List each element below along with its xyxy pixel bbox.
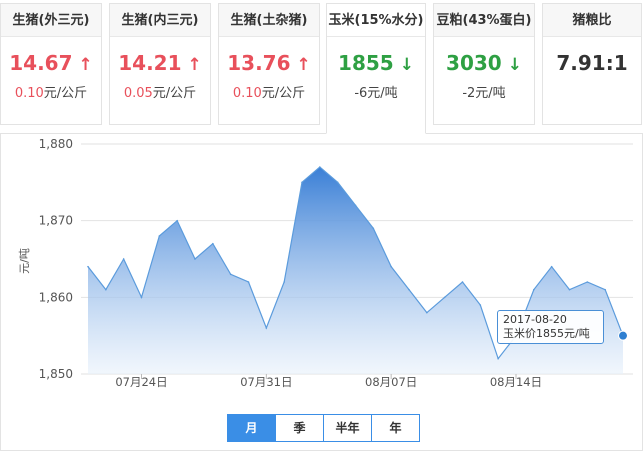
arrow-down-icon: ↓ — [399, 55, 414, 75]
y-tick-label: 1,850 — [39, 367, 73, 381]
y-axis-ticks: 1,850 1,860 1,870 1,880 — [39, 137, 73, 381]
arrow-down-icon: ↓ — [507, 55, 522, 75]
change-unit: 元/吨 — [367, 86, 398, 101]
card-value: 14.21 ↑ — [110, 50, 210, 76]
price-chart: 1,850 1,860 1,870 1,880 元/吨 07月24日 07月31日 08月… — [0, 133, 643, 451]
tooltip-text: 玉米价1855元/吨 — [503, 327, 590, 340]
y-tick-label: 1,870 — [39, 214, 73, 228]
data-point[interactable] — [283, 281, 285, 283]
change-unit: 元/公斤 — [152, 86, 197, 101]
range-tab-quarter[interactable]: 季 — [276, 415, 324, 441]
range-tab-month[interactable]: 月 — [228, 415, 276, 441]
data-point[interactable] — [301, 181, 303, 184]
data-point[interactable] — [390, 265, 392, 268]
price-value: 14.67 — [9, 51, 73, 75]
data-point[interactable] — [105, 288, 107, 291]
card-value: 1855 ↓ — [327, 50, 425, 76]
card-title: 猪粮比 — [543, 4, 641, 37]
ratio-value: 7.91:1 — [556, 51, 628, 75]
data-point[interactable] — [550, 265, 553, 268]
data-point[interactable] — [319, 166, 321, 168]
card-value: 13.76 ↑ — [219, 50, 319, 76]
data-point[interactable] — [461, 281, 464, 283]
card-value: 3030 ↓ — [434, 50, 534, 76]
arrow-up-icon: ↑ — [187, 55, 202, 75]
data-point[interactable] — [176, 219, 178, 222]
price-value: 13.76 — [227, 51, 291, 75]
highlight-point[interactable] — [618, 330, 628, 341]
card-soymeal[interactable]: 豆粕(43%蛋白) 3030 ↓ -2元/吨 — [433, 3, 535, 125]
card-change: -2元/吨 — [434, 82, 534, 101]
data-point[interactable] — [443, 296, 446, 299]
change-unit: 元/吨 — [475, 86, 506, 101]
card-title: 玉米(15%水分) — [327, 4, 425, 37]
card-change: 0.05元/公斤 — [110, 82, 210, 101]
card-change: 0.10元/公斤 — [1, 82, 101, 101]
x-tick-label: 07月31日 — [240, 375, 292, 389]
data-point[interactable] — [229, 273, 232, 276]
card-title: 生猪(土杂猪) — [219, 4, 319, 37]
range-tab-year[interactable]: 年 — [372, 415, 419, 441]
card-pig-local[interactable]: 生猪(土杂猪) 13.76 ↑ 0.10元/公斤 — [218, 3, 320, 125]
change-value: 0.10 — [14, 86, 44, 101]
range-selector: 月 季 半年 年 — [227, 414, 420, 442]
data-point[interactable] — [122, 258, 125, 260]
card-change: 0.10元/公斤 — [219, 82, 319, 101]
change-value: 0.05 — [123, 86, 153, 101]
data-point[interactable] — [497, 357, 499, 360]
card-change: -6元/吨 — [327, 82, 425, 101]
arrow-up-icon: ↑ — [296, 55, 311, 75]
change-unit: 元/公斤 — [261, 86, 306, 101]
data-point[interactable] — [604, 288, 606, 291]
card-title: 生猪(外三元) — [1, 4, 101, 37]
data-point[interactable] — [212, 242, 214, 245]
card-title: 豆粕(43%蛋白) — [434, 4, 534, 37]
change-value: -6 — [354, 86, 368, 101]
x-tick-label: 08月14日 — [490, 375, 542, 389]
data-point[interactable] — [408, 288, 410, 291]
data-point[interactable] — [586, 281, 589, 283]
data-point[interactable] — [479, 304, 482, 306]
data-point[interactable] — [568, 288, 571, 291]
data-point[interactable] — [158, 235, 161, 237]
card-pig-external[interactable]: 生猪(外三元) 14.67 ↑ 0.10元/公斤 — [0, 3, 102, 125]
data-point[interactable] — [140, 296, 143, 299]
data-point[interactable] — [194, 258, 196, 260]
card-title: 生猪(内三元) — [110, 4, 210, 37]
data-point[interactable] — [533, 288, 535, 291]
card-pig-grain-ratio[interactable]: 猪粮比 7.91:1 — [542, 3, 642, 125]
range-tab-half-year[interactable]: 半年 — [324, 415, 372, 441]
card-value: 7.91:1 — [543, 50, 641, 76]
card-pig-internal[interactable]: 生猪(内三元) 14.21 ↑ 0.05元/公斤 — [109, 3, 211, 125]
change-unit: 元/公斤 — [43, 86, 88, 101]
data-point[interactable] — [372, 227, 375, 230]
data-point[interactable] — [426, 311, 428, 314]
card-value: 14.67 ↑ — [1, 50, 101, 76]
y-tick-label: 1,880 — [39, 137, 73, 151]
price-value: 1855 — [338, 51, 394, 75]
card-corn[interactable]: 玉米(15%水分) 1855 ↓ -6元/吨 — [326, 3, 426, 134]
data-point[interactable] — [87, 265, 89, 268]
data-point[interactable] — [354, 204, 357, 207]
change-value: -2 — [462, 86, 476, 101]
tooltip-date: 2017-08-20 — [503, 313, 567, 326]
change-value: 0.10 — [232, 86, 262, 101]
data-point[interactable] — [247, 281, 250, 283]
chart-tooltip: 2017-08-20 玉米价1855元/吨 — [497, 310, 604, 344]
price-value: 3030 — [446, 51, 502, 75]
area-chart: 1,850 1,860 1,870 1,880 元/吨 07月24日 07月31日 08月… — [18, 137, 633, 389]
y-axis-label: 元/吨 — [18, 248, 31, 274]
arrow-up-icon: ↑ — [78, 55, 93, 75]
y-tick-label: 1,860 — [39, 290, 73, 304]
x-axis-ticks: 07月24日 07月31日 08月07日 08月14日 — [115, 374, 542, 389]
data-point[interactable] — [265, 327, 268, 329]
price-value: 14.21 — [118, 51, 182, 75]
x-tick-label: 08月07日 — [365, 375, 417, 389]
data-point[interactable] — [336, 181, 339, 184]
x-tick-label: 07月24日 — [115, 375, 167, 389]
price-cards: 生猪(外三元) 14.67 ↑ 0.10元/公斤 生猪(内三元) 14.21 ↑ 0… — [0, 0, 643, 134]
